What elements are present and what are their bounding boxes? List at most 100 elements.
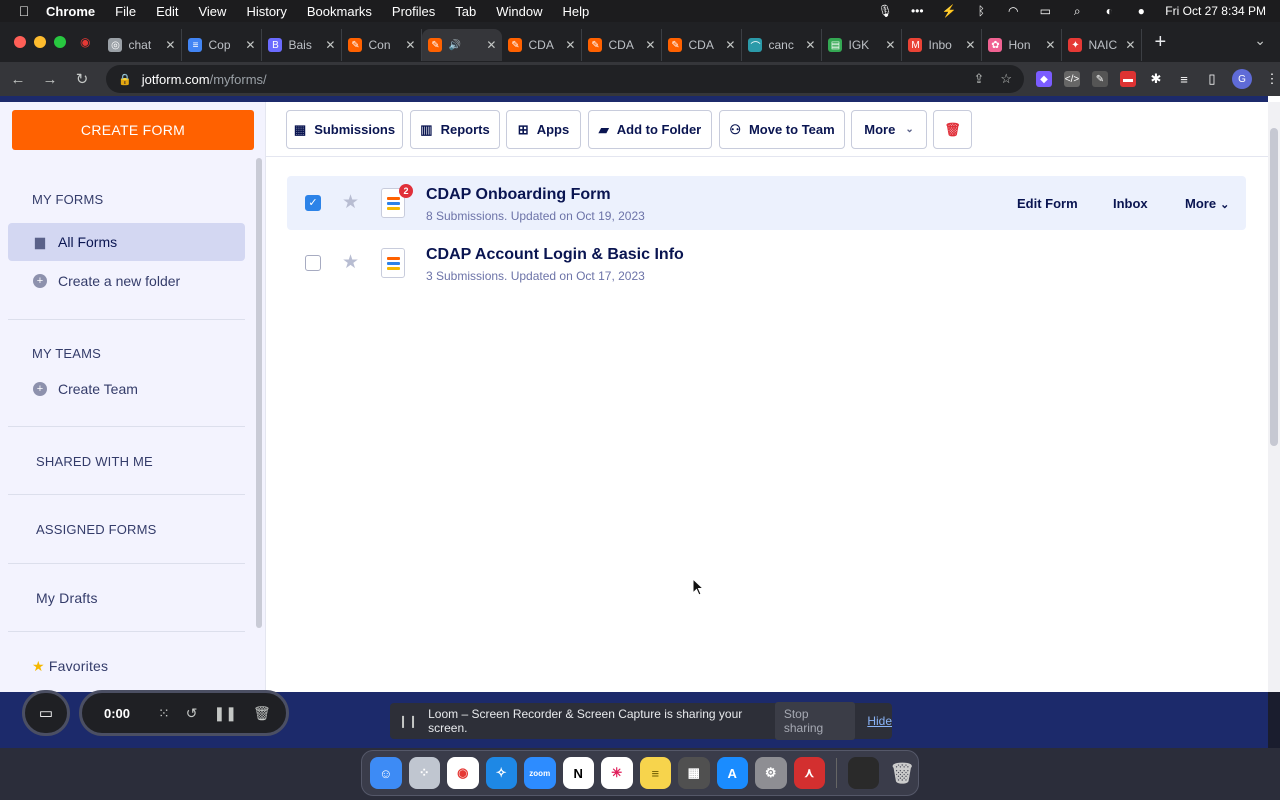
form-select-checkbox[interactable]: ✓	[305, 195, 321, 211]
page-scrollbar[interactable]	[1268, 102, 1280, 692]
browser-tab[interactable]: ✎ CDA ✕	[662, 29, 743, 61]
pause-icon[interactable]: ❚❚	[214, 705, 237, 722]
form-title[interactable]: CDAP Onboarding Form	[426, 186, 611, 204]
browser-tab[interactable]: ✎ CDA ✕	[502, 29, 583, 61]
menu-file[interactable]: File	[115, 4, 136, 19]
reload-icon[interactable]: ↻	[68, 70, 96, 88]
menu-history[interactable]: History	[246, 4, 286, 19]
app-store-icon[interactable]: A	[716, 757, 748, 789]
form-select-checkbox[interactable]	[305, 255, 321, 271]
zoom-icon[interactable]: zoom	[524, 757, 556, 789]
forward-arrow-icon[interactable]: →	[36, 71, 64, 88]
sidebar-scrollbar[interactable]	[256, 158, 262, 628]
create-form-button[interactable]: CREATE FORM	[12, 110, 254, 150]
form-row[interactable]: ★ CDAP Account Login & Basic Info 3 Subm…	[287, 236, 1246, 290]
close-tab-icon[interactable]: ✕	[645, 38, 655, 52]
control-center-icon[interactable]: ◐	[1101, 4, 1117, 18]
extension-4-icon[interactable]: ▬	[1120, 71, 1136, 87]
inbox-button[interactable]: Inbox	[1113, 196, 1148, 211]
form-row[interactable]: ✓ ★ 2 CDAP Onboarding Form 8 Submissions…	[287, 176, 1246, 230]
browser-tab[interactable]: M Inbo ✕	[902, 29, 983, 61]
acrobat-icon[interactable]: ⋏	[793, 757, 825, 789]
tab-search-chevron-icon[interactable]: ⌄	[1254, 32, 1266, 49]
close-tab-icon[interactable]: ✕	[565, 38, 575, 52]
more-dots-icon[interactable]: •••	[909, 4, 925, 18]
browser-tab[interactable]: ✿ Hon ✕	[982, 29, 1063, 61]
browser-tab[interactable]: ✎ Con ✕	[342, 29, 423, 61]
notion-icon[interactable]: N	[562, 757, 594, 789]
menu-profiles[interactable]: Profiles	[392, 4, 435, 19]
hide-banner-link[interactable]: Hide	[867, 714, 892, 728]
bluetooth-icon[interactable]: ᛒ	[973, 4, 989, 18]
submissions-button[interactable]: ▦ Submissions	[286, 110, 403, 149]
add-to-folder-button[interactable]: ▰ Add to Folder	[588, 110, 712, 149]
slack-icon[interactable]: ✳	[601, 757, 633, 789]
menu-edit[interactable]: Edit	[156, 4, 178, 19]
close-tab-icon[interactable]: ✕	[245, 38, 255, 52]
sidebar-item-shared-with-me[interactable]: SHARED WITH ME	[36, 454, 153, 469]
sidebar-item-create-team[interactable]: + Create Team	[8, 370, 245, 408]
search-icon[interactable]: ⌕	[1069, 4, 1085, 19]
reports-button[interactable]: ▥ Reports	[410, 110, 500, 149]
siri-icon[interactable]: ●	[1133, 4, 1149, 18]
address-bar[interactable]: 🔒 jotform.com/myforms/ ⇪ ☆	[106, 65, 1024, 93]
close-tab-icon[interactable]: ✕	[1125, 38, 1135, 52]
close-tab-icon[interactable]: ✕	[325, 38, 335, 52]
close-tab-icon[interactable]: ✕	[965, 38, 975, 52]
extension-3-icon[interactable]: ✎	[1092, 71, 1108, 87]
close-tab-icon[interactable]: ✕	[805, 38, 815, 52]
browser-tab[interactable]: ✎ 🔊 ✕	[422, 29, 503, 61]
close-tab-icon[interactable]: ✕	[165, 38, 175, 52]
apps-button[interactable]: ⊞ Apps	[506, 110, 581, 149]
extension-1-icon[interactable]: ◆	[1036, 71, 1052, 87]
drawing-grid-icon[interactable]: ⁙	[158, 705, 170, 722]
minimized-window-icon[interactable]	[847, 757, 880, 789]
lock-icon[interactable]: 🔒	[118, 73, 132, 86]
menu-clock[interactable]: Fri Oct 27 8:34 PM	[1165, 4, 1266, 18]
favorite-star-icon[interactable]: ★	[342, 251, 359, 274]
back-arrow-icon[interactable]: ←	[4, 71, 32, 88]
system-settings-icon[interactable]: ⚙	[755, 757, 787, 789]
close-tab-icon[interactable]: ✕	[405, 38, 415, 52]
menu-window[interactable]: Window	[496, 4, 542, 19]
menu-app-name[interactable]: Chrome	[46, 4, 95, 19]
browser-tab[interactable]: ⌒ canc ✕	[742, 29, 823, 61]
menu-tab[interactable]: Tab	[455, 4, 476, 19]
minimize-window-button[interactable]	[34, 36, 46, 48]
close-tab-icon[interactable]: ✕	[725, 38, 735, 52]
chrome-menu-icon[interactable]: ⋮	[1264, 71, 1280, 87]
menu-bookmarks[interactable]: Bookmarks	[307, 4, 372, 19]
browser-tab[interactable]: ✎ CDA ✕	[582, 29, 663, 61]
battery-icon[interactable]: ▭	[1037, 4, 1053, 18]
zoom-window-button[interactable]	[54, 36, 66, 48]
menu-help[interactable]: Help	[563, 4, 590, 19]
new-tab-button[interactable]: +	[1154, 31, 1166, 54]
close-window-button[interactable]	[14, 36, 26, 48]
browser-tab[interactable]: ▤ IGK ✕	[822, 29, 903, 61]
sidebar-item-all-forms[interactable]: ▆ All Forms	[8, 223, 245, 261]
close-tab-icon[interactable]: ✕	[486, 38, 496, 52]
edit-form-button[interactable]: Edit Form	[1017, 196, 1078, 211]
scrollbar-thumb[interactable]	[1270, 128, 1278, 446]
bolt-icon[interactable]: ⚡	[941, 4, 957, 18]
side-panel-icon[interactable]: ▯	[1204, 71, 1220, 87]
puzzle-icon[interactable]: ✱	[1148, 71, 1164, 87]
sidebar-item-my-drafts[interactable]: My Drafts	[36, 590, 98, 606]
wifi-icon[interactable]: ◠	[1005, 4, 1021, 18]
finder-icon[interactable]: ☺	[370, 757, 402, 789]
reading-list-icon[interactable]: ≡	[1176, 71, 1192, 87]
trash-icon[interactable]: 🗑	[886, 757, 918, 789]
form-title[interactable]: CDAP Account Login & Basic Info	[426, 246, 684, 264]
sidebar-item-assigned-forms[interactable]: ASSIGNED FORMS	[36, 522, 157, 537]
launchpad-icon[interactable]: ⁘	[408, 757, 440, 789]
browser-tab[interactable]: ✦ NAIC ✕	[1062, 29, 1143, 61]
sidebar-item-create-folder[interactable]: + Create a new folder	[8, 262, 245, 300]
bookmark-star-icon[interactable]: ☆	[1000, 71, 1012, 87]
extension-2-icon[interactable]: </>	[1064, 71, 1080, 87]
menu-view[interactable]: View	[198, 4, 226, 19]
browser-tab[interactable]: ≡ Cop ✕	[182, 29, 263, 61]
microphone-icon[interactable]: 🎙	[877, 4, 893, 18]
move-to-team-button[interactable]: ⚇ Move to Team	[719, 110, 845, 149]
profile-avatar[interactable]: G	[1232, 69, 1252, 89]
close-tab-icon[interactable]: ✕	[1045, 38, 1055, 52]
